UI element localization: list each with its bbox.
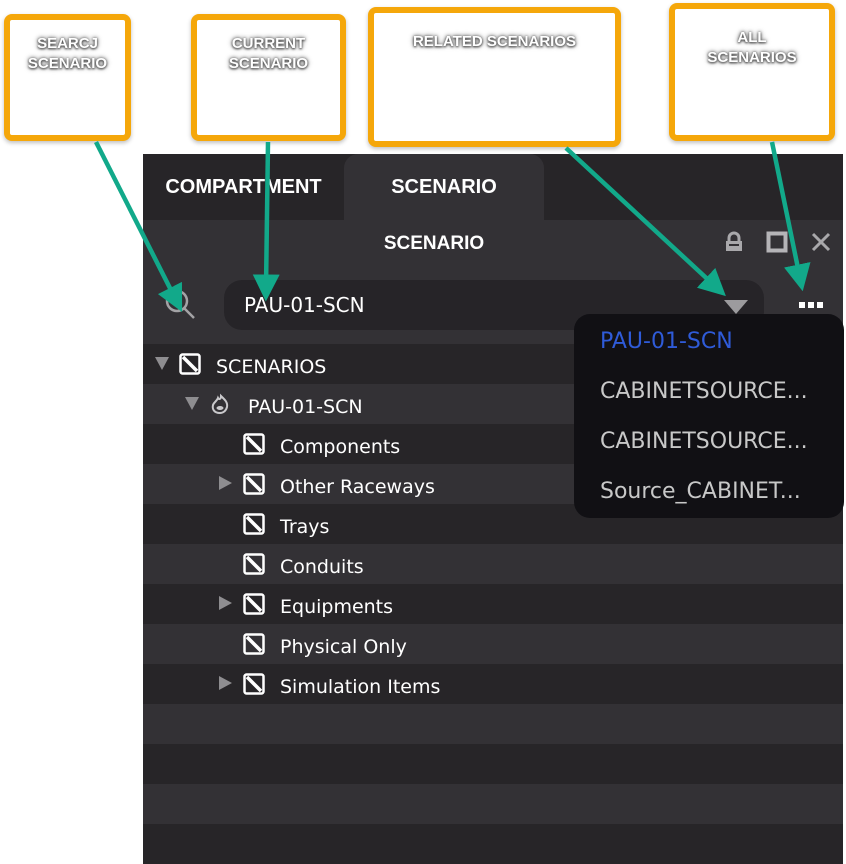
tab-compartment[interactable]: COMPARTMENT	[143, 154, 344, 220]
tree-row[interactable]: Physical Only	[143, 624, 843, 664]
callout-label: SEARCJ SCENARIO	[27, 34, 108, 72]
visibility-toggle-icon[interactable]	[179, 353, 201, 375]
expand-right-icon[interactable]	[219, 596, 232, 610]
visibility-toggle-icon[interactable]	[243, 593, 265, 615]
visibility-toggle-icon[interactable]	[243, 553, 265, 575]
related-scenario-item[interactable]: CABINETSOURCE...	[600, 422, 808, 462]
tree-row[interactable]: Equipments	[143, 584, 843, 624]
tree-item-label: Other Raceways	[280, 476, 435, 498]
current-scenario-value: PAU-01-SCN	[244, 293, 365, 317]
tree-empty-row	[143, 744, 843, 784]
tree-item-label: Physical Only	[280, 636, 407, 658]
tree-row[interactable]: Conduits	[143, 544, 843, 584]
tree-empty-row	[143, 704, 843, 744]
callout-current-scenario: CURRENT SCENARIO	[191, 14, 346, 141]
callout-search-scenario: SEARCJ SCENARIO	[4, 14, 131, 141]
callout-label: CURRENT SCENARIO	[228, 34, 309, 72]
tree-row[interactable]: Simulation Items	[143, 664, 843, 704]
maximize-icon[interactable]	[766, 231, 788, 253]
expand-down-icon[interactable]	[185, 397, 199, 410]
callout-related-scenarios: RELATED SCENARIOS	[368, 7, 621, 147]
related-scenarios-dropdown: PAU-01-SCN CABINETSOURCE... CABINETSOURCE.…	[574, 314, 844, 518]
visibility-toggle-icon[interactable]	[243, 433, 265, 455]
callout-all-scenarios: ALL SCENARIOS	[669, 3, 835, 141]
related-scenario-item[interactable]: CABINETSOURCE...	[600, 372, 808, 412]
callout-label: RELATED SCENARIOS	[412, 33, 577, 50]
more-dot	[808, 302, 814, 308]
more-dots-icon	[799, 302, 805, 308]
all-scenarios-more-button[interactable]	[795, 298, 827, 312]
tab-bar: COMPARTMENT SCENARIO	[143, 154, 843, 220]
visibility-toggle-icon[interactable]	[243, 513, 265, 535]
tree-item-label: Components	[280, 436, 401, 458]
scenario-flame-icon[interactable]	[209, 393, 231, 415]
expand-right-icon[interactable]	[219, 476, 232, 490]
related-scenario-item[interactable]: Source_CABINET...	[600, 472, 801, 512]
expand-down-icon[interactable]	[155, 357, 169, 370]
close-icon[interactable]	[810, 231, 832, 253]
visibility-toggle-icon[interactable]	[243, 673, 265, 695]
visibility-toggle-icon[interactable]	[243, 633, 265, 655]
search-icon[interactable]	[163, 287, 199, 323]
panel-title: SCENARIO	[383, 233, 485, 254]
tree-item-label: SCENARIOS	[216, 356, 327, 378]
tree-item-label: Equipments	[280, 596, 394, 618]
tree-item-label: Trays	[280, 516, 330, 538]
tree-item-label: Conduits	[280, 556, 364, 578]
related-scenario-item[interactable]: PAU-01-SCN	[600, 322, 733, 362]
lock-icon[interactable]	[723, 231, 745, 253]
more-dot	[817, 302, 823, 308]
callout-label: ALL SCENARIOS	[707, 29, 797, 66]
tree-empty-row	[143, 784, 843, 824]
tab-scenario[interactable]: SCENARIO	[344, 154, 544, 220]
expand-right-icon[interactable]	[219, 676, 232, 690]
triangle-down-icon[interactable]	[724, 300, 748, 314]
tree-item-label: Simulation Items	[280, 676, 441, 698]
visibility-toggle-icon[interactable]	[243, 473, 265, 495]
tree-item-label: PAU-01-SCN	[248, 396, 363, 418]
tree-empty-row	[143, 824, 843, 864]
